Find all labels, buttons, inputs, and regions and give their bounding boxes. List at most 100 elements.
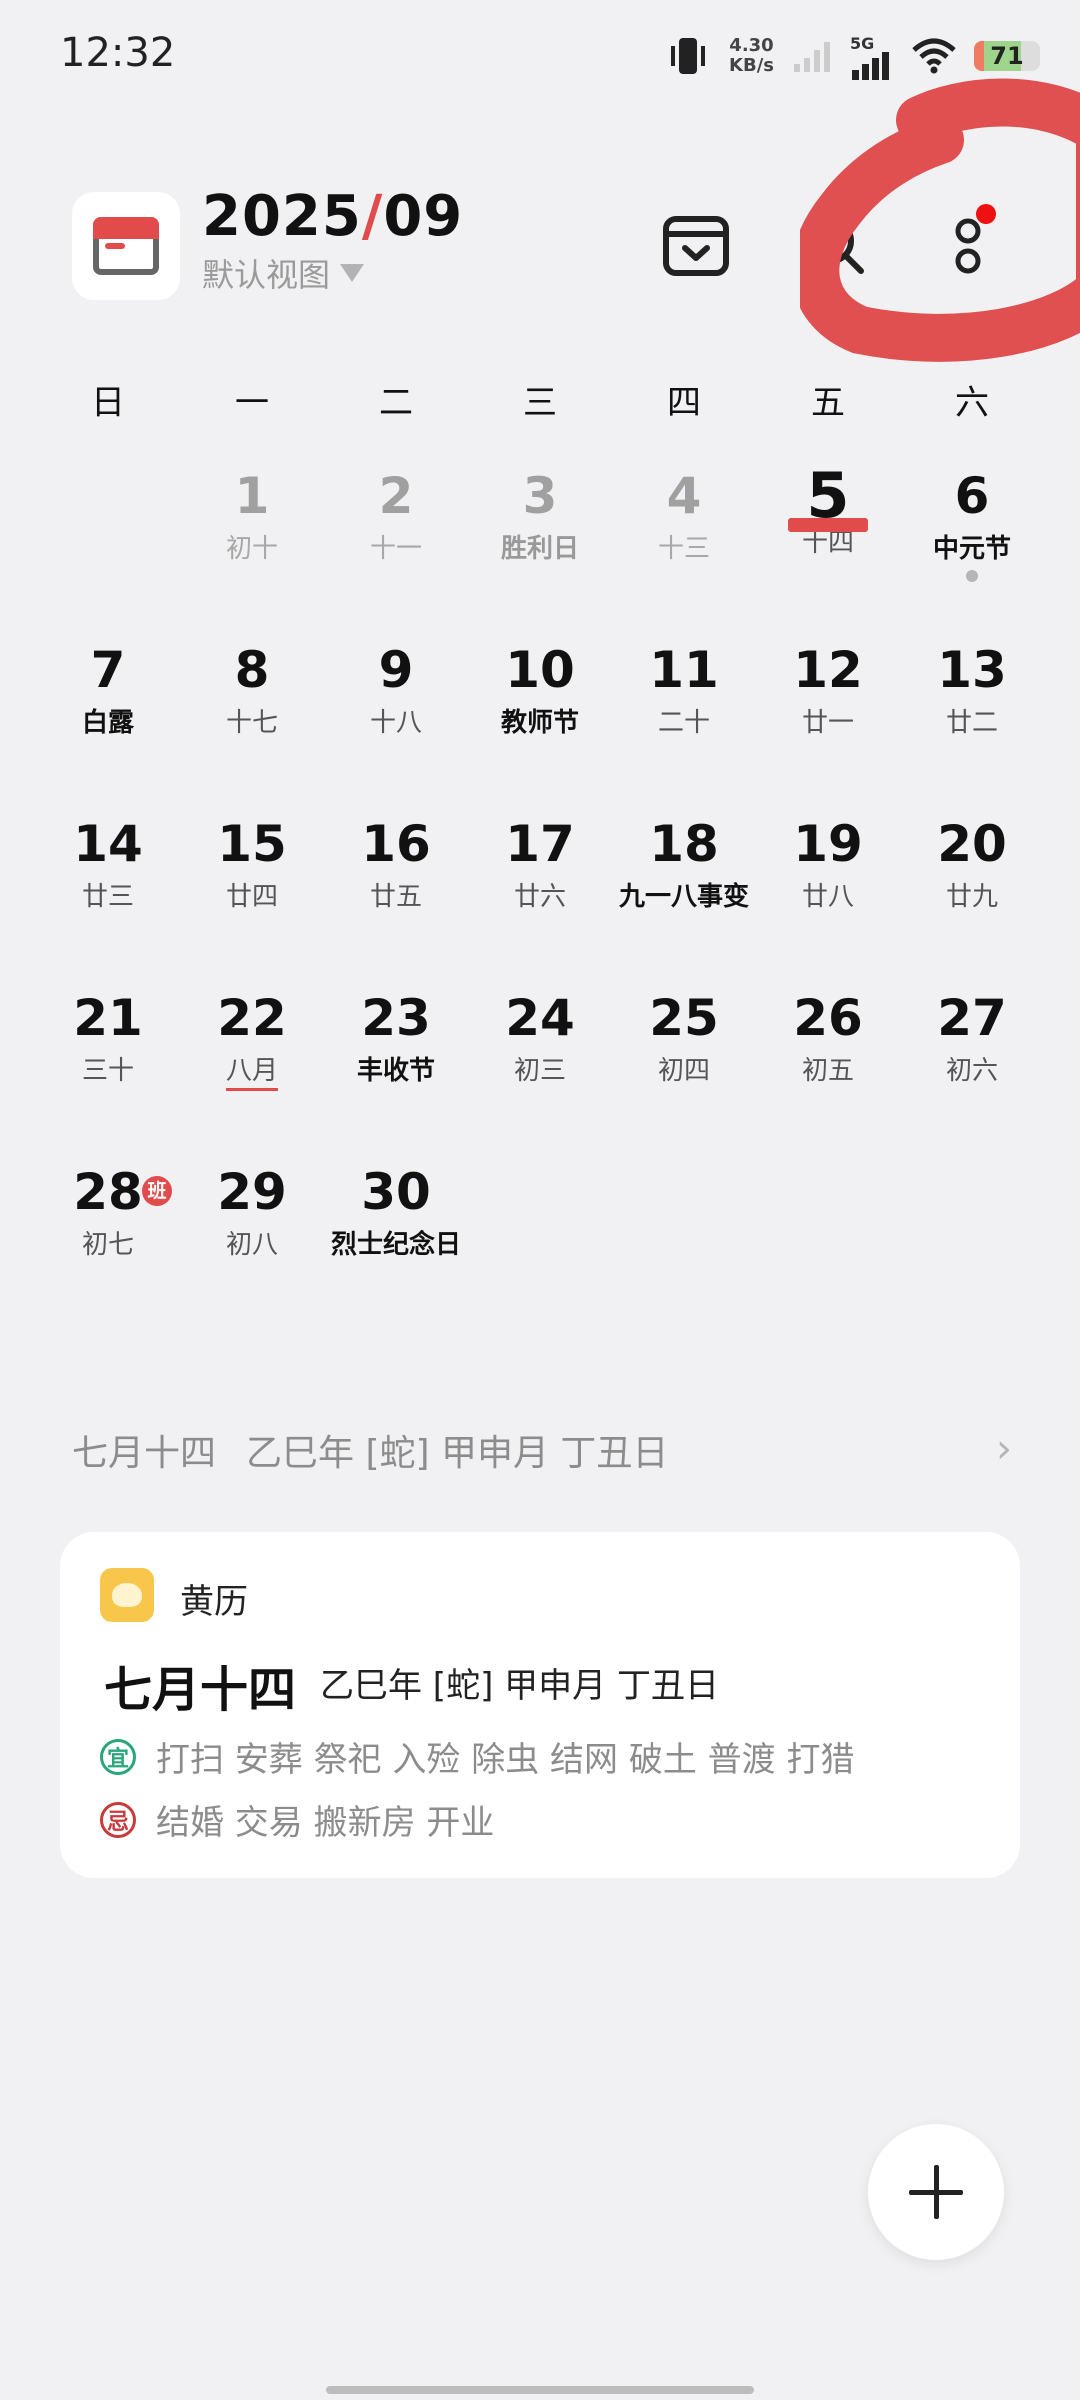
day-cell[interactable]: 26 初五	[758, 982, 898, 1156]
day-cell[interactable]: 30 烈士纪念日	[306, 1156, 486, 1330]
day-cell[interactable]: 3 胜利日	[470, 460, 610, 634]
add-event-button[interactable]	[868, 2124, 1004, 2260]
ji-row: 忌 结婚 交易 搬新房 开业	[100, 1795, 494, 1844]
battery-level: 71	[990, 42, 1024, 70]
lunar-label: 胜利日	[500, 534, 579, 564]
day-number: 19	[793, 815, 863, 873]
day-cell[interactable]: 16 廿五	[326, 808, 466, 982]
weekday-header: 日 一 二 三 四 五 六	[0, 375, 1080, 425]
day-cell[interactable]: 2 十一	[326, 460, 466, 634]
day-cell[interactable]: 11 二十	[614, 634, 754, 808]
day-number: 22	[217, 989, 287, 1047]
day-cell[interactable]: 15 廿四	[182, 808, 322, 982]
day-cell[interactable]: 21 三十	[38, 982, 178, 1156]
signal-weak-icon	[794, 42, 830, 72]
weekday-label: 日	[91, 383, 125, 423]
day-cell[interactable]: 27 初六	[902, 982, 1042, 1156]
day-cell-today[interactable]: 5 十四	[758, 460, 898, 634]
day-number: 4	[666, 467, 702, 525]
day-cell[interactable]: 19 廿八	[758, 808, 898, 982]
lunar-label: 廿五	[369, 882, 422, 912]
lunar-label: 廿四	[225, 882, 278, 912]
day-number: 14	[73, 815, 143, 873]
day-cell[interactable]: 22 八月	[182, 982, 322, 1156]
lunar-label: 廿九	[945, 882, 998, 912]
title-slash: /	[361, 184, 384, 249]
lunar-label: 九一八事变	[618, 882, 749, 912]
view-selector[interactable]: 默认视图	[202, 250, 365, 296]
day-number: 18	[649, 815, 719, 873]
day-number: 9	[378, 641, 414, 699]
day-cell[interactable]: 17 廿六	[470, 808, 610, 982]
lunar-info-row[interactable]: 七月十四 乙巳年 [蛇] 甲申月 丁丑日 ›	[72, 1420, 1012, 1480]
day-cell[interactable]: 9 十八	[326, 634, 466, 808]
day-cell[interactable]: 12 廿一	[758, 634, 898, 808]
day-number: 15	[217, 815, 287, 873]
lunar-label: 教师节	[500, 708, 579, 738]
work-day-badge: 班	[142, 1176, 172, 1206]
day-cell[interactable]: 29 初八	[182, 1156, 322, 1330]
day-number: 20	[937, 815, 1007, 873]
lunar-label: 三十	[81, 1056, 134, 1086]
title-month: 09	[383, 184, 464, 249]
lunar-label: 廿六	[513, 882, 566, 912]
day-number: 10	[505, 641, 575, 699]
day-cell[interactable]: 13 廿二	[902, 634, 1042, 808]
inbox-icon	[663, 216, 729, 276]
day-cell[interactable]: 20 廿九	[902, 808, 1042, 982]
gesture-nav-bar[interactable]	[326, 2386, 754, 2394]
lunar-label: 廿二	[945, 708, 998, 738]
day-cell[interactable]: 28 初七 班	[38, 1156, 178, 1330]
yi-text: 打扫 安葬 祭祀 入殓 除虫 结网 破土 普渡 打猎	[156, 1740, 855, 1780]
plus-icon	[909, 2165, 963, 2219]
day-number: 24	[505, 989, 575, 1047]
lunar-label: 丰收节	[356, 1056, 435, 1086]
lunar-label: 十七	[225, 708, 278, 738]
day-cell[interactable]: 25 初四	[614, 982, 754, 1156]
almanac-card[interactable]: 黄历 七月十四 乙巳年 [蛇] 甲申月 丁丑日 宜 打扫 安葬 祭祀 入殓 除虫…	[60, 1532, 1020, 1878]
day-number: 17	[505, 815, 575, 873]
chevron-right-icon: ›	[996, 1426, 1012, 1472]
weekday-label: 一	[235, 383, 269, 423]
month-title[interactable]: 2025/09	[202, 184, 463, 249]
day-cell[interactable]: 8 十七	[182, 634, 322, 808]
day-cell[interactable]: 10 教师节	[470, 634, 610, 808]
more-button[interactable]	[936, 204, 1008, 282]
day-cell[interactable]: 6 中元节	[902, 460, 1042, 634]
lunar-label: 十八	[369, 708, 422, 738]
day-cell[interactable]: 1 初十	[182, 460, 322, 634]
lunar-label: 十三	[657, 534, 710, 564]
day-number: 26	[793, 989, 863, 1047]
day-cell[interactable]: 14 廿三	[38, 808, 178, 982]
vibrate-icon	[671, 38, 706, 74]
day-cell[interactable]: 24 初三	[470, 982, 610, 1156]
calendar-app-icon[interactable]	[72, 192, 180, 300]
day-number: 23	[361, 989, 431, 1047]
calendar-icon	[93, 217, 159, 275]
day-number: 7	[90, 641, 126, 699]
inbox-button[interactable]	[660, 210, 732, 282]
wifi-icon	[912, 38, 956, 74]
day-cell[interactable]: 7 白露	[38, 634, 178, 808]
status-icons: 4.30 KB/s 5G 71	[665, 28, 1040, 84]
day-number: 1	[234, 467, 270, 525]
lunar-label: 初五	[801, 1056, 854, 1086]
day-number: 29	[217, 1163, 287, 1221]
day-cell[interactable]: 4 十三	[614, 460, 754, 634]
day-cell[interactable]: 18 九一八事变	[594, 808, 774, 982]
search-button[interactable]	[800, 210, 872, 282]
yi-row: 宜 打扫 安葬 祭祀 入殓 除虫 结网 破土 普渡 打猎	[100, 1732, 854, 1781]
day-number: 12	[793, 641, 863, 699]
ji-text: 结婚 交易 搬新房 开业	[156, 1803, 495, 1843]
lunar-label: 初七	[81, 1230, 134, 1260]
day-number: 16	[361, 815, 431, 873]
lunar-label: 初八	[225, 1230, 278, 1260]
day-number: 3	[522, 467, 558, 525]
event-dot	[966, 570, 978, 582]
lunar-label: 烈士纪念日	[330, 1230, 461, 1260]
card-ganzhi: 乙巳年 [蛇] 甲申月 丁丑日	[320, 1666, 719, 1706]
day-cell[interactable]: 23 丰收节	[326, 982, 466, 1156]
triangle-down-icon	[340, 264, 365, 282]
day-number: 5	[806, 459, 850, 532]
battery-indicator: 71	[974, 41, 1040, 71]
